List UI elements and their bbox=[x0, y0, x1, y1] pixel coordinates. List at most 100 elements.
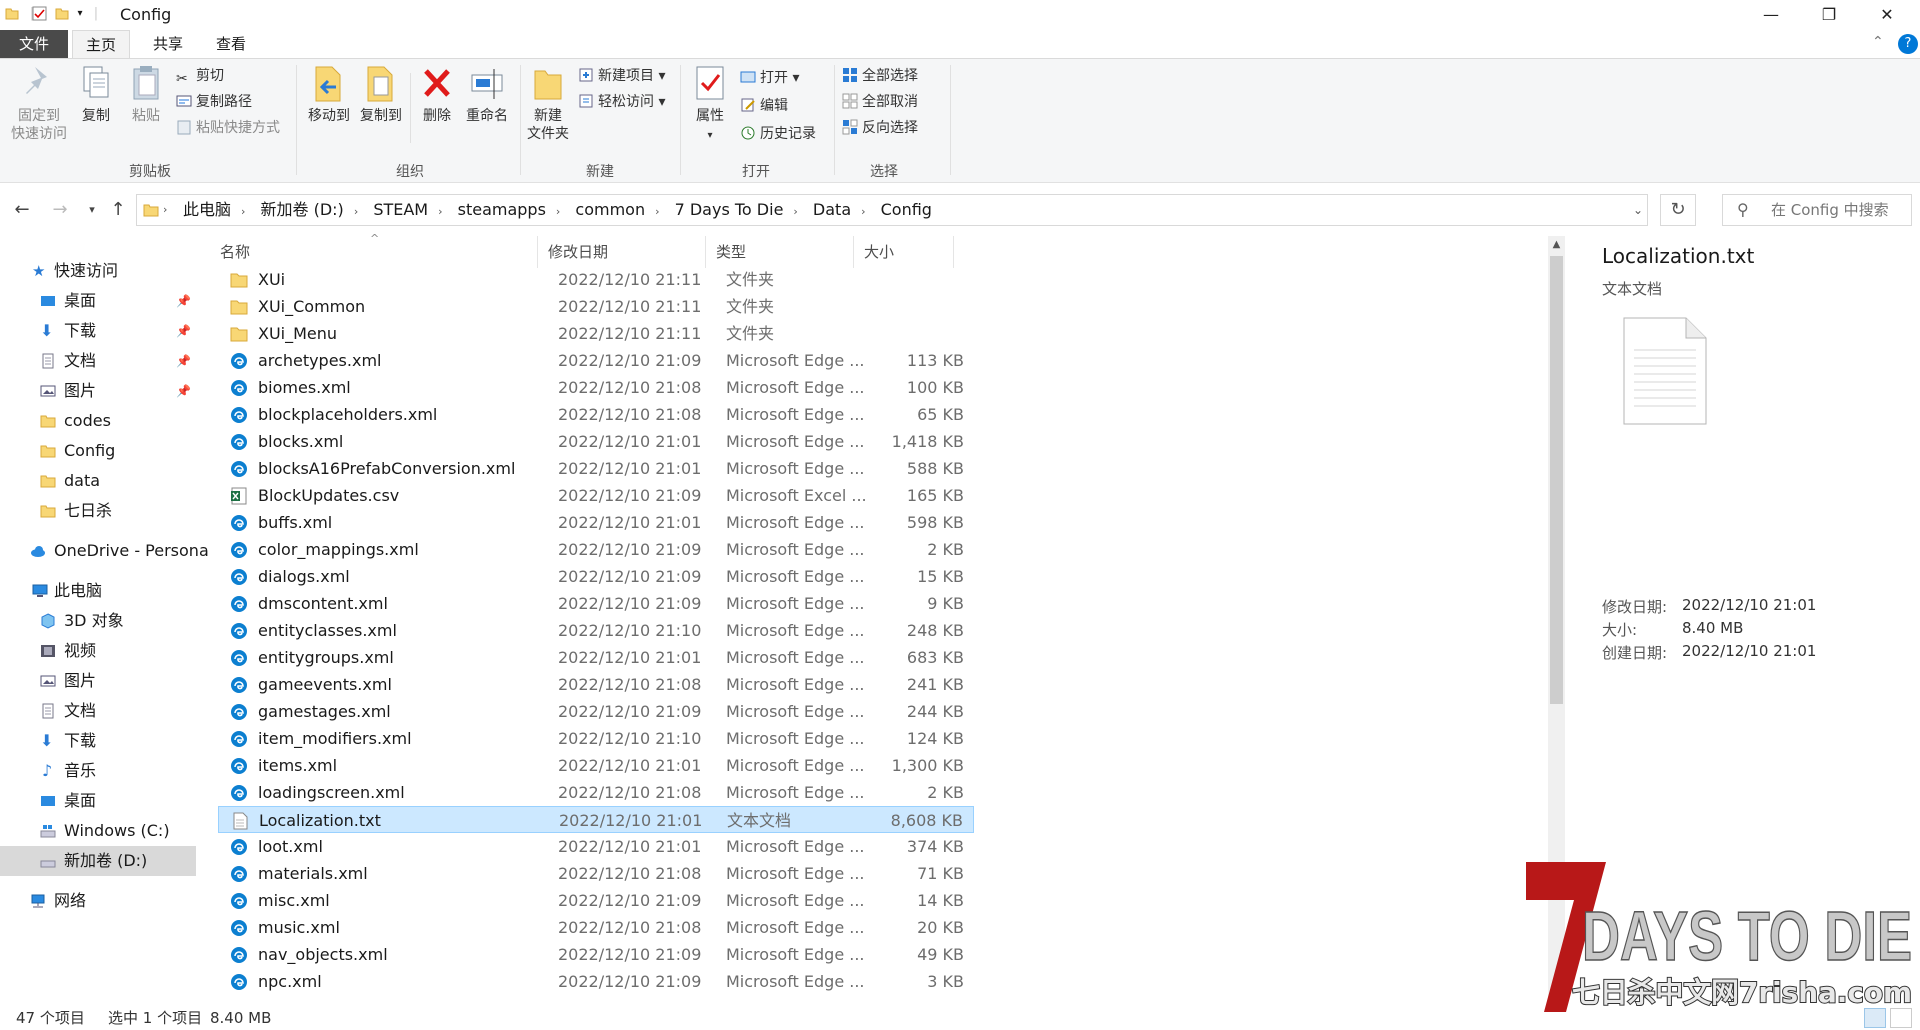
chevron-right-icon[interactable]: › bbox=[655, 205, 659, 218]
table-row[interactable]: nav_objects.xml 2022/12/10 21:09 Microsoft… bbox=[218, 941, 974, 968]
properties-check-icon[interactable] bbox=[32, 6, 48, 22]
breadcrumb-item[interactable]: common bbox=[575, 200, 645, 219]
table-row[interactable]: color_mappings.xml 2022/12/10 21:09 Micros… bbox=[218, 536, 974, 563]
chevron-right-icon[interactable]: › bbox=[793, 205, 797, 218]
forward-arrow-icon[interactable]: → bbox=[48, 198, 72, 222]
nav-item-desktop[interactable]: 桌面 📌 bbox=[0, 286, 196, 316]
pin-icon[interactable]: 📌 bbox=[176, 286, 191, 316]
chevron-right-icon[interactable]: › bbox=[556, 205, 560, 218]
table-row[interactable]: blocks.xml 2022/12/10 21:01 Microsoft Edge… bbox=[218, 428, 974, 455]
copy-button[interactable]: 复制 bbox=[74, 63, 118, 125]
chevron-right-icon[interactable]: › bbox=[163, 195, 167, 225]
table-row[interactable]: materials.xml 2022/12/10 21:08 Microsoft E… bbox=[218, 860, 974, 887]
copy-path-button[interactable]: 复制路径 bbox=[176, 91, 252, 113]
table-row[interactable]: blocksA16PrefabConversion.xml 2022/12/10 … bbox=[218, 455, 974, 482]
search-input[interactable]: ⚲ 在 Config 中搜索 bbox=[1722, 194, 1912, 226]
nav-item-downloads[interactable]: ⬇ 下载 📌 bbox=[0, 316, 196, 346]
table-row[interactable]: blockplaceholders.xml 2022/12/10 21:08 Mic… bbox=[218, 401, 974, 428]
table-row[interactable]: buffs.xml 2022/12/10 21:01 Microsoft Edge … bbox=[218, 509, 974, 536]
delete-button[interactable]: 删除 bbox=[414, 63, 460, 125]
nav-item-3d-objects[interactable]: 3D 对象 bbox=[0, 606, 196, 636]
address-bar[interactable]: › 此电脑 › 新加卷 (D:) › STEAM › steamapps › commo… bbox=[136, 194, 1648, 226]
scroll-thumb[interactable] bbox=[1550, 256, 1563, 704]
breadcrumb-item[interactable]: 7 Days To Die bbox=[675, 200, 784, 219]
table-row[interactable]: Localization.txt 2022/12/10 21:01 文本文档 8,60… bbox=[218, 806, 974, 833]
pin-icon[interactable]: 📌 bbox=[176, 376, 191, 406]
open-button[interactable]: 打开 ▾ bbox=[740, 67, 799, 89]
table-row[interactable]: loot.xml 2022/12/10 21:01 Microsoft Edge .… bbox=[218, 833, 974, 860]
nav-item-pc-pictures[interactable]: 图片 bbox=[0, 666, 196, 696]
breadcrumb-item[interactable]: Data bbox=[813, 200, 851, 219]
breadcrumb-item[interactable]: STEAM bbox=[373, 200, 428, 219]
collapse-ribbon-icon[interactable]: ⌃ bbox=[1872, 34, 1884, 50]
close-button[interactable]: ✕ bbox=[1858, 0, 1916, 30]
move-to-button[interactable]: 移动到 bbox=[304, 63, 354, 125]
maximize-button[interactable]: ❐ bbox=[1800, 0, 1858, 30]
chevron-right-icon[interactable]: › bbox=[241, 205, 245, 218]
breadcrumb-item[interactable]: 新加卷 (D:) bbox=[261, 200, 344, 219]
copy-to-button[interactable]: 复制到 bbox=[356, 63, 406, 125]
select-none-button[interactable]: 全部取消 bbox=[842, 91, 918, 113]
nav-item-documents[interactable]: 文档 📌 bbox=[0, 346, 196, 376]
pin-icon[interactable]: 📌 bbox=[176, 316, 191, 346]
history-button[interactable]: 历史记录 bbox=[740, 123, 816, 145]
help-icon[interactable]: ? bbox=[1898, 34, 1918, 54]
nav-item-drive-d[interactable]: 新加卷 (D:) bbox=[0, 846, 196, 876]
chevron-right-icon[interactable]: › bbox=[354, 205, 358, 218]
properties-button[interactable]: 属性 ▾ bbox=[686, 63, 734, 145]
nav-item-7days[interactable]: 七日杀 bbox=[0, 496, 196, 526]
column-header-date[interactable]: 修改日期 bbox=[538, 236, 706, 268]
table-row[interactable]: item_modifiers.xml 2022/12/10 21:10 Micros… bbox=[218, 725, 974, 752]
nav-item-data[interactable]: data bbox=[0, 466, 196, 496]
nav-item-pc-documents[interactable]: 文档 bbox=[0, 696, 196, 726]
nav-item-music[interactable]: ♪ 音乐 bbox=[0, 756, 196, 786]
tab-home[interactable]: 主页 bbox=[72, 30, 130, 58]
table-row[interactable]: gameevents.xml 2022/12/10 21:08 Microsoft … bbox=[218, 671, 974, 698]
nav-this-pc[interactable]: 此电脑 bbox=[0, 576, 196, 606]
column-header-size[interactable]: 大小 bbox=[854, 236, 954, 268]
table-row[interactable]: misc.xml 2022/12/10 21:09 Microsoft Edge .… bbox=[218, 887, 974, 914]
customize-toolbar-icon[interactable]: ▾ bbox=[72, 6, 88, 22]
tab-file[interactable]: 文件 bbox=[0, 30, 68, 58]
table-row[interactable]: dmscontent.xml 2022/12/10 21:09 Microsoft … bbox=[218, 590, 974, 617]
table-row[interactable]: entityclasses.xml 2022/12/10 21:10 Microso… bbox=[218, 617, 974, 644]
edit-button[interactable]: 编辑 bbox=[740, 95, 788, 117]
up-arrow-icon[interactable]: ↑ bbox=[106, 198, 130, 222]
table-row[interactable]: XUi_Common 2022/12/10 21:11 文件夹 bbox=[218, 293, 974, 320]
column-header-type[interactable]: 类型 bbox=[706, 236, 854, 268]
tab-view[interactable]: 查看 bbox=[202, 30, 260, 58]
nav-onedrive[interactable]: OneDrive - Persona bbox=[0, 536, 209, 566]
paste-button[interactable]: 粘贴 bbox=[124, 63, 168, 125]
table-row[interactable]: loadingscreen.xml 2022/12/10 21:08 Microso… bbox=[218, 779, 974, 806]
table-row[interactable]: XUi_Menu 2022/12/10 21:11 文件夹 bbox=[218, 320, 974, 347]
table-row[interactable]: music.xml 2022/12/10 21:08 Microsoft Edge … bbox=[218, 914, 974, 941]
table-row[interactable]: XUi 2022/12/10 21:11 文件夹 bbox=[218, 266, 974, 293]
table-row[interactable]: BlockUpdates.csv 2022/12/10 21:09 Microsof… bbox=[218, 482, 974, 509]
nav-item-pictures[interactable]: 图片 📌 bbox=[0, 376, 196, 406]
breadcrumb-item[interactable]: Config bbox=[881, 200, 932, 219]
table-row[interactable]: npc.xml 2022/12/10 21:09 Microsoft Edge ..… bbox=[218, 968, 974, 995]
easy-access-button[interactable]: 轻松访问 ▾ bbox=[578, 91, 665, 113]
nav-item-config[interactable]: Config bbox=[0, 436, 196, 466]
tab-share[interactable]: 共享 bbox=[140, 30, 196, 58]
chevron-right-icon[interactable]: › bbox=[438, 205, 442, 218]
pin-icon[interactable]: 📌 bbox=[176, 346, 191, 376]
new-folder-quick-icon[interactable] bbox=[54, 6, 70, 22]
nav-item-pc-downloads[interactable]: ⬇ 下载 bbox=[0, 726, 196, 756]
new-item-button[interactable]: 新建项目 ▾ bbox=[578, 65, 665, 87]
table-row[interactable]: dialogs.xml 2022/12/10 21:09 Microsoft Edg… bbox=[218, 563, 974, 590]
breadcrumb-item[interactable]: steamapps bbox=[458, 200, 546, 219]
nav-network[interactable]: 网络 bbox=[0, 886, 196, 916]
chevron-right-icon[interactable]: › bbox=[861, 205, 865, 218]
chevron-down-icon[interactable]: ⌄ bbox=[1633, 195, 1643, 225]
scroll-up-icon[interactable]: ▲ bbox=[1548, 236, 1565, 254]
rename-button[interactable]: 重命名 bbox=[462, 63, 512, 125]
large-icons-view-icon[interactable] bbox=[1890, 1008, 1912, 1028]
nav-item-drive-c[interactable]: Windows (C:) bbox=[0, 816, 196, 846]
nav-item-videos[interactable]: 视频 bbox=[0, 636, 196, 666]
back-arrow-icon[interactable]: ← bbox=[10, 198, 34, 222]
table-row[interactable]: archetypes.xml 2022/12/10 21:09 Microsoft … bbox=[218, 347, 974, 374]
new-folder-button[interactable]: 新建 文件夹 bbox=[524, 63, 572, 143]
table-row[interactable]: items.xml 2022/12/10 21:01 Microsoft Edge … bbox=[218, 752, 974, 779]
invert-selection-button[interactable]: 反向选择 bbox=[842, 117, 918, 139]
